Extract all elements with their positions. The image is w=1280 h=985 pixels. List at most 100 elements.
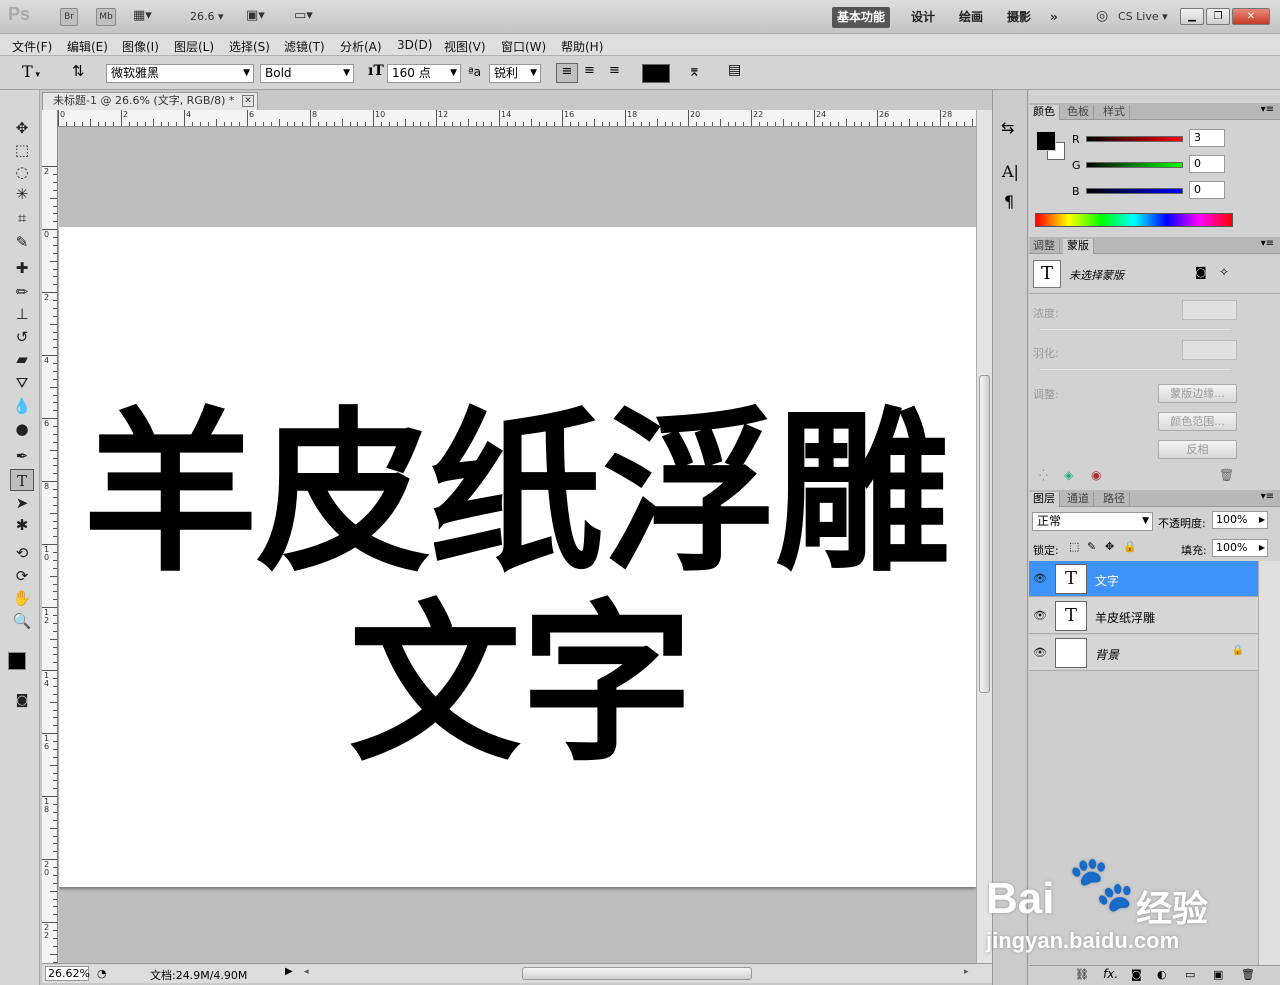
warp-text-icon[interactable]: ⌆ xyxy=(688,62,701,80)
minimize-button[interactable]: ▁ xyxy=(1180,8,1204,25)
lasso-tool-icon[interactable]: ◌ xyxy=(10,161,34,183)
3d-rotate-tool-icon[interactable]: ⟲ xyxy=(10,542,34,564)
visibility-eye-icon[interactable]: 👁 xyxy=(1033,609,1047,623)
g-slider[interactable] xyxy=(1086,162,1183,168)
arrange-documents-icon[interactable]: ▣▾ xyxy=(246,8,265,23)
color-range-button[interactable]: 颜色范围... xyxy=(1158,412,1237,431)
layer-row-text[interactable]: 👁 T 文字 xyxy=(1029,561,1258,597)
view-extras-icon[interactable]: ▦▾ xyxy=(133,8,152,23)
marquee-tool-icon[interactable]: ⬚ xyxy=(10,139,34,161)
new-group-icon[interactable]: ▭ xyxy=(1185,968,1195,981)
menu-file[interactable]: 文件(F) xyxy=(12,38,52,55)
align-right-icon[interactable]: ≡ xyxy=(609,63,620,78)
scroll-right-arrow[interactable]: ▸ xyxy=(964,967,969,977)
brush-tool-icon[interactable]: ✏ xyxy=(10,281,34,303)
adjustment-layer-icon[interactable]: ◐ xyxy=(1157,968,1167,981)
layer-style-fx-icon[interactable]: fx. xyxy=(1103,967,1118,981)
blur-tool-icon[interactable]: 💧 xyxy=(10,395,34,417)
paragraph-panel-icon[interactable]: ¶ xyxy=(1004,192,1014,211)
layer-name[interactable]: 文字 xyxy=(1095,572,1119,589)
layer-name[interactable]: 羊皮纸浮雕 xyxy=(1095,609,1155,626)
link-layers-icon[interactable]: ⛓ xyxy=(1075,968,1089,981)
tab-color[interactable]: 颜色 xyxy=(1029,105,1060,120)
density-slider[interactable] xyxy=(1039,328,1232,331)
layer-row-emboss-text[interactable]: 👁 T 羊皮纸浮雕 xyxy=(1029,598,1258,634)
clone-stamp-tool-icon[interactable]: ⊥ xyxy=(10,303,34,325)
lock-position-icon[interactable]: ✥ xyxy=(1105,540,1114,553)
text-line-2[interactable]: 文字 xyxy=(349,599,693,771)
crop-tool-icon[interactable]: ⌗ xyxy=(10,207,34,229)
quick-mask-icon[interactable]: ◙ xyxy=(10,690,34,712)
workspace-painting[interactable]: 绘画 xyxy=(954,7,988,28)
fill-field[interactable]: 100% ▶ xyxy=(1212,539,1268,557)
tab-swatches[interactable]: 色板 xyxy=(1063,105,1094,120)
vertical-scrollbar[interactable] xyxy=(976,110,992,963)
blend-mode-dropdown[interactable]: 正常 ▼ xyxy=(1032,512,1153,531)
zoom-level-dropdown[interactable]: 26.6 ▾ xyxy=(190,10,224,23)
eyedropper-tool-icon[interactable]: ✎ xyxy=(10,231,34,253)
hand-tool-icon[interactable]: ✋ xyxy=(10,587,34,609)
tab-masks[interactable]: 蒙版 xyxy=(1063,239,1094,254)
delete-mask-icon[interactable]: 🗑 xyxy=(1219,468,1234,482)
density-field[interactable] xyxy=(1182,300,1237,320)
document-canvas[interactable]: 羊皮纸浮雕 文字 xyxy=(59,227,976,887)
menu-image[interactable]: 图像(I) xyxy=(122,38,159,55)
shape-tool-icon[interactable]: ✱ xyxy=(10,514,34,536)
align-center-icon[interactable]: ≡ xyxy=(584,63,595,78)
dodge-tool-icon[interactable]: ● xyxy=(10,418,34,440)
fg-color-chip[interactable] xyxy=(1036,131,1056,151)
close-window-button[interactable]: ✕ xyxy=(1232,8,1270,25)
bridge-button[interactable]: Br xyxy=(60,8,78,26)
paint-bucket-tool-icon[interactable]: ⛛ xyxy=(10,372,34,394)
r-value[interactable]: 3 xyxy=(1189,129,1225,147)
opacity-field[interactable]: 100% ▶ xyxy=(1212,511,1268,529)
horizontal-scroll-thumb[interactable] xyxy=(522,967,752,980)
more-workspaces-icon[interactable]: » xyxy=(1045,7,1063,28)
menu-select[interactable]: 选择(S) xyxy=(229,38,270,55)
add-mask-icon[interactable]: ◙ xyxy=(1131,968,1142,981)
align-left-icon[interactable]: ≡ xyxy=(556,63,578,83)
3d-orbit-tool-icon[interactable]: ⟳ xyxy=(10,565,34,587)
menu-view[interactable]: 视图(V) xyxy=(444,38,486,55)
pen-tool-icon[interactable]: ✒ xyxy=(10,445,34,467)
healing-brush-tool-icon[interactable]: ✚ xyxy=(10,257,34,279)
tab-styles[interactable]: 样式 xyxy=(1099,105,1130,120)
feather-field[interactable] xyxy=(1182,340,1237,360)
history-brush-tool-icon[interactable]: ↺ xyxy=(10,326,34,348)
restore-button[interactable]: ❐ xyxy=(1206,8,1230,25)
font-size-dropdown[interactable]: 160 点 ▼ xyxy=(387,64,461,83)
panel-menu-icon[interactable]: ▾≡ xyxy=(1261,491,1274,502)
character-panel-icon[interactable]: ▤ xyxy=(728,62,741,78)
menu-3d[interactable]: 3D(D) xyxy=(397,38,432,52)
layers-scrollbar[interactable] xyxy=(1258,561,1280,965)
tab-channels[interactable]: 通道 xyxy=(1063,492,1094,507)
menu-help[interactable]: 帮助(H) xyxy=(561,38,603,55)
layer-row-background[interactable]: 👁 背景 🔒 xyxy=(1029,635,1258,671)
lock-pixels-icon[interactable]: ✎ xyxy=(1087,540,1096,553)
status-menu-arrow[interactable]: ▶ xyxy=(285,966,293,977)
color-spectrum-bar[interactable] xyxy=(1035,213,1233,227)
foreground-color-swatch[interactable] xyxy=(8,652,26,670)
close-document-icon[interactable]: ✕ xyxy=(242,95,254,107)
scroll-left-arrow[interactable]: ◂ xyxy=(304,967,309,977)
character-panel-icon[interactable]: A| xyxy=(1002,162,1019,181)
new-layer-icon[interactable]: ▣ xyxy=(1213,968,1223,981)
g-value[interactable]: 0 xyxy=(1189,155,1225,173)
text-line-1[interactable]: 羊皮纸浮雕 xyxy=(83,407,950,582)
load-selection-icon[interactable]: ⁛ xyxy=(1039,469,1048,482)
screen-mode-icon[interactable]: ▭▾ xyxy=(294,8,313,23)
cs-live-icon[interactable]: ◎ xyxy=(1096,8,1108,24)
tab-layers[interactable]: 图层 xyxy=(1029,492,1060,507)
magic-wand-tool-icon[interactable]: ✳ xyxy=(10,183,34,205)
font-family-dropdown[interactable]: 微软雅黑 ▼ xyxy=(106,64,254,83)
path-selection-tool-icon[interactable]: ➤ xyxy=(10,492,34,514)
mini-bridge-button[interactable]: Mb xyxy=(96,8,116,26)
text-color-swatch[interactable] xyxy=(642,64,670,83)
vector-mask-icon[interactable]: ✧ xyxy=(1219,265,1229,279)
menu-edit[interactable]: 编辑(E) xyxy=(67,38,108,55)
panel-menu-icon[interactable]: ▾≡ xyxy=(1261,104,1274,115)
menu-window[interactable]: 窗口(W) xyxy=(501,38,546,55)
cs-live-menu[interactable]: CS Live ▾ xyxy=(1118,10,1168,23)
disable-mask-icon[interactable]: ◉ xyxy=(1091,468,1101,482)
pixel-mask-icon[interactable]: ◙ xyxy=(1195,265,1207,279)
